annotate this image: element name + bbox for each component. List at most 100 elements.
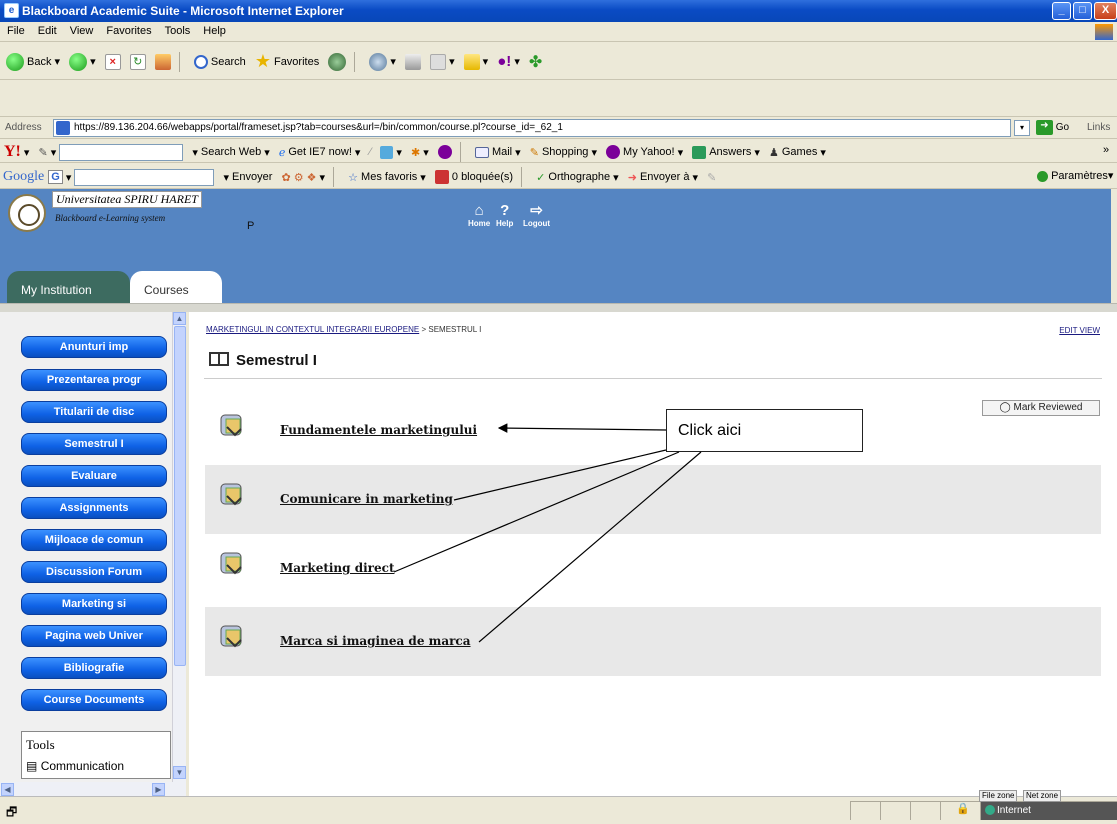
header-scrollbar[interactable]: [1111, 189, 1117, 303]
menu-help[interactable]: Help: [196, 22, 232, 37]
highlight-button[interactable]: ⁄: [370, 146, 372, 158]
course-menu-item[interactable]: Evaluare: [21, 465, 167, 487]
yahoo-button[interactable]: ●! ▾: [497, 53, 520, 70]
pencil-button[interactable]: ✎ ▾: [38, 146, 56, 159]
edit-button[interactable]: ▾: [430, 53, 455, 70]
scroll-up-arrow[interactable]: ▲: [173, 312, 186, 325]
go-button[interactable]: ➜ Go: [1036, 120, 1069, 135]
scroll-right-arrow[interactable]: ▶: [152, 783, 165, 796]
mes-favoris-button[interactable]: ☆ Mes favoris ▾: [348, 171, 426, 184]
tab-my-institution[interactable]: My Institution: [7, 271, 130, 303]
course-menu-item[interactable]: Bibliografie: [21, 657, 167, 679]
forward-button[interactable]: ▾: [69, 52, 96, 71]
games-menu[interactable]: ♟ Games ▾: [769, 146, 826, 159]
course-menu-hscrollbar[interactable]: ◀ ▶: [0, 782, 186, 796]
google-extras[interactable]: ✿ ⚙ ❖ ▾: [281, 171, 325, 184]
print-button[interactable]: [405, 53, 421, 70]
search-label: Search: [210, 55, 246, 68]
history-button[interactable]: [328, 52, 347, 71]
scroll-down-arrow[interactable]: ▼: [173, 766, 186, 779]
item-link-marketing-direct[interactable]: Marketing direct: [280, 561, 394, 575]
menu-file[interactable]: File: [0, 22, 31, 37]
scroll-thumb[interactable]: [174, 326, 186, 666]
orthographe-button[interactable]: ✓ Orthographe ▾: [536, 171, 619, 184]
yahoo-circle-button[interactable]: [437, 145, 452, 159]
envoyer-button[interactable]: ▾ Envoyer: [224, 171, 273, 184]
search-web-button[interactable]: ▾ Search Web ▾: [192, 146, 269, 159]
address-input[interactable]: https://89.136.204.66/webapps/portal/fra…: [53, 119, 1011, 137]
tools-communication[interactable]: ▤ Communication: [26, 759, 124, 773]
folder-item-icon: [220, 625, 242, 648]
item-link-comunicare[interactable]: Comunicare in marketing: [280, 492, 453, 506]
home-button[interactable]: [154, 53, 171, 70]
stop-icon: ×: [104, 53, 121, 70]
answers-menu[interactable]: Answers ▾: [692, 145, 760, 159]
google-logo[interactable]: Google: [3, 169, 44, 185]
shopping-menu[interactable]: ✎ Shopping ▾: [530, 146, 597, 159]
course-menu-item[interactable]: Assignments: [21, 497, 167, 519]
google-search-input[interactable]: [74, 168, 215, 186]
status-cell: 🔒: [940, 801, 980, 820]
parametres-button[interactable]: Paramètres▾: [1037, 169, 1113, 182]
messenger-button[interactable]: ✤: [529, 52, 542, 72]
course-menu-item[interactable]: Anunturi imp: [21, 336, 167, 358]
frame-divider[interactable]: [0, 303, 1117, 312]
breadcrumb-course-link[interactable]: MARKETINGUL IN CONTEXTUL INTEGRARII EURO…: [206, 325, 419, 334]
favorites-button[interactable]: ★ Favorites: [255, 51, 319, 72]
forward-icon: [69, 52, 88, 71]
home-icon: [154, 53, 171, 70]
google-g-button[interactable]: G ▾: [48, 170, 71, 184]
menu-edit[interactable]: Edit: [31, 22, 63, 37]
course-menu-item[interactable]: Pagina web Univer: [21, 625, 167, 647]
course-menu-item[interactable]: Marketing si: [21, 593, 167, 615]
addons-button[interactable]: ✱ ▾: [411, 146, 429, 159]
address-dropdown[interactable]: ▾: [1014, 120, 1030, 136]
links-label[interactable]: Links: [1087, 122, 1110, 133]
mail-button[interactable]: ▾: [369, 52, 396, 71]
logout-link[interactable]: ⇨ Logout: [523, 202, 550, 228]
envelope-icon: [474, 146, 489, 158]
menu-favorites[interactable]: Favorites: [99, 22, 157, 37]
window-title-bar[interactable]: e Blackboard Academic Suite - Microsoft …: [0, 0, 1117, 22]
maximize-button[interactable]: □: [1073, 2, 1092, 20]
tab-courses[interactable]: Courses: [130, 271, 222, 303]
answers-label: Answers: [709, 146, 752, 158]
minimize-button[interactable]: _: [1052, 2, 1071, 20]
refresh-button[interactable]: ↻: [129, 53, 146, 70]
envoyer-a-button[interactable]: ➜ Envoyer à ▾: [628, 171, 698, 184]
course-menu-item[interactable]: Semestrul I: [21, 433, 167, 455]
yahoo-search-input[interactable]: [59, 143, 184, 161]
yahoo-logo-button[interactable]: Y! ▾: [4, 143, 29, 161]
item-link-fundamentele[interactable]: Fundamentele marketingului: [280, 423, 477, 437]
toolbar-overflow[interactable]: »: [1103, 144, 1109, 156]
course-menu-item[interactable]: Titularii de disc: [21, 401, 167, 423]
mail-menu[interactable]: Mail ▾: [474, 146, 521, 159]
course-menu-item[interactable]: Course Documents: [21, 689, 167, 711]
calendar-icon: [380, 145, 394, 159]
breadcrumb: MARKETINGUL IN CONTEXTUL INTEGRARII EURO…: [206, 325, 481, 334]
stop-button[interactable]: ×: [104, 53, 121, 70]
get-ie7-button[interactable]: ℯ Get IE7 now! ▾: [279, 146, 361, 159]
close-button[interactable]: X: [1094, 2, 1117, 20]
menu-view[interactable]: View: [63, 22, 100, 37]
edit-view-link[interactable]: EDIT VIEW: [1059, 326, 1100, 335]
item-link-marca[interactable]: Marca si imaginea de marca: [280, 634, 471, 648]
popup-blocker-button[interactable]: 0 bloquée(s): [434, 170, 513, 184]
help-link[interactable]: ? Help: [496, 202, 513, 228]
back-button[interactable]: Back ▾: [6, 52, 60, 71]
folder-button[interactable]: ▾: [463, 53, 488, 70]
menu-tools[interactable]: Tools: [158, 22, 197, 37]
address-label: Address: [5, 122, 42, 133]
course-menu-scrollbar[interactable]: ▲ ▼: [172, 312, 186, 782]
course-menu-item[interactable]: Discussion Forum: [21, 561, 167, 583]
scroll-left-arrow[interactable]: ◀: [1, 783, 14, 796]
content-item: Comunicare in marketing: [205, 465, 1101, 534]
calendar-button[interactable]: ▾: [380, 145, 402, 159]
course-menu-item[interactable]: Mijloace de comun: [21, 529, 167, 551]
course-menu-item[interactable]: Prezentarea progr: [21, 369, 167, 391]
pencil2-button[interactable]: ✎: [707, 171, 716, 184]
search-button[interactable]: Search: [193, 54, 246, 69]
institution-name: Universitatea SPIRU HARET: [52, 191, 202, 208]
home-link[interactable]: ⌂ Home: [468, 202, 490, 228]
my-yahoo-menu[interactable]: My Yahoo! ▾: [606, 145, 683, 159]
